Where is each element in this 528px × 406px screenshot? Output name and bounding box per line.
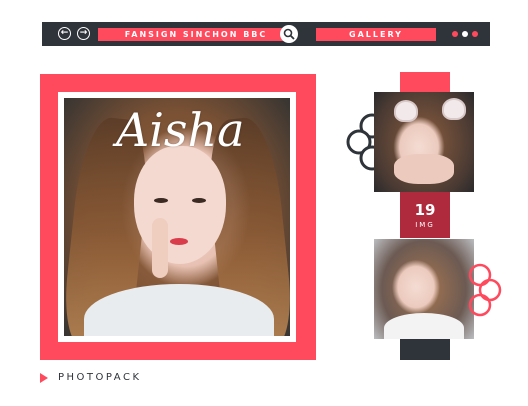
thumb-ear-right bbox=[442, 98, 466, 120]
main-photo-border: Aisha bbox=[58, 92, 296, 342]
arrow-right-circle-icon[interactable]: → bbox=[77, 27, 90, 40]
flower-outline-icon bbox=[468, 263, 502, 317]
play-triangle-icon bbox=[40, 373, 48, 383]
tab-gallery[interactable]: GALLERY bbox=[316, 28, 436, 41]
main-photo-frame: Aisha bbox=[40, 74, 316, 360]
image-count-label: IMG bbox=[415, 221, 435, 229]
photo-face bbox=[134, 146, 226, 264]
image-count: 19 bbox=[414, 201, 436, 219]
photopack-text: PHOTOPACK bbox=[58, 372, 142, 383]
thumb-ear-left bbox=[394, 100, 418, 122]
dot-icon[interactable] bbox=[472, 31, 478, 37]
thumb-shirt bbox=[384, 313, 464, 339]
dot-icon[interactable] bbox=[452, 31, 458, 37]
accent-bar-bottom bbox=[400, 338, 450, 360]
image-count-badge: 19 IMG bbox=[400, 192, 450, 238]
thumbnail-photo-2[interactable] bbox=[374, 239, 474, 339]
main-photo[interactable]: Aisha bbox=[64, 98, 290, 336]
top-toolbar: ← → FANSIGN SINCHON BBC GALLERY bbox=[42, 22, 490, 46]
arrow-left-circle-icon[interactable]: ← bbox=[58, 27, 71, 40]
photo-eye-right bbox=[192, 198, 206, 203]
tab-fansign[interactable]: FANSIGN SINCHON BBC bbox=[98, 28, 294, 41]
photo-eye-left bbox=[154, 198, 168, 203]
photopack-canvas: ← → FANSIGN SINCHON BBC GALLERY Aisha PH… bbox=[0, 0, 528, 406]
photo-finger bbox=[152, 218, 168, 278]
thumbnail-photo-1[interactable] bbox=[374, 92, 474, 192]
dot-icon[interactable] bbox=[462, 31, 468, 37]
thumb-hands bbox=[394, 154, 454, 184]
search-icon bbox=[283, 28, 295, 40]
signature-text: Aisha bbox=[116, 103, 245, 157]
photo-lips bbox=[170, 238, 188, 245]
search-button[interactable] bbox=[280, 25, 298, 43]
